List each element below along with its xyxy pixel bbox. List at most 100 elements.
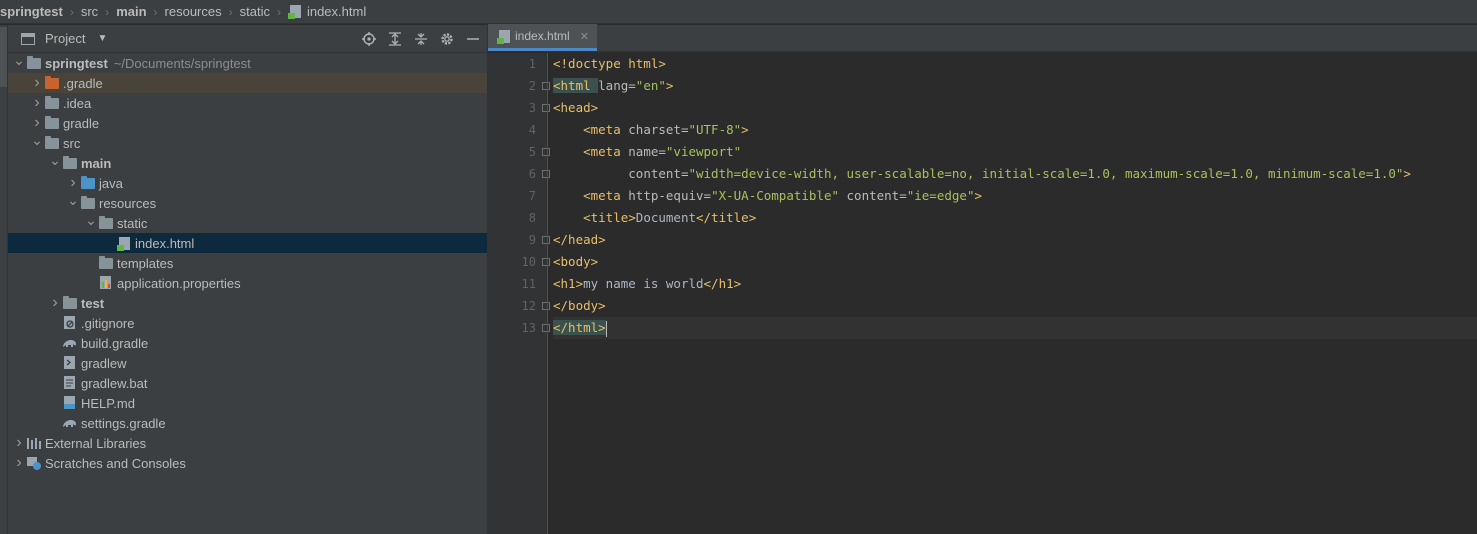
- line-number-gutter: 1 2 3 4 5 6 7 8 9 10 11 12 13: [488, 53, 548, 534]
- tree-item[interactable]: build.gradle: [8, 333, 487, 353]
- tree-item[interactable]: › Scratches and Consoles: [8, 453, 487, 473]
- chevron-down-icon[interactable]: ⌄: [12, 52, 26, 69]
- chevron-right-icon[interactable]: ›: [30, 74, 44, 92]
- chevron-right-icon[interactable]: ›: [30, 114, 44, 132]
- code-token: <body>: [553, 254, 599, 269]
- breadcrumb-item[interactable]: resources: [165, 4, 222, 19]
- breadcrumb-separator: ›: [105, 4, 110, 19]
- code-line[interactable]: <head>: [553, 97, 1477, 119]
- tree-item-label: Scratches and Consoles: [45, 455, 186, 471]
- tree-item[interactable]: › .idea: [8, 93, 487, 113]
- tree-item[interactable]: ⌄ main: [8, 152, 487, 173]
- tree-item[interactable]: application.properties: [8, 273, 487, 293]
- breadcrumb-separator: ›: [153, 4, 158, 19]
- tree-item[interactable]: settings.gradle: [8, 413, 487, 433]
- expand-all-icon[interactable]: [387, 31, 403, 47]
- code-line[interactable]: <h1>my name is world</h1>: [553, 273, 1477, 295]
- gear-icon[interactable]: [439, 31, 455, 47]
- module-folder-icon: [26, 55, 42, 70]
- tab-index-html[interactable]: index.html ✕: [488, 24, 597, 51]
- tree-item[interactable]: ⌄ resources: [8, 192, 487, 213]
- chevron-down-icon[interactable]: ▼: [97, 33, 107, 44]
- fold-marker-icon[interactable]: [542, 148, 550, 156]
- line-number: 3: [528, 101, 536, 115]
- tree-item[interactable]: › .gradle: [8, 73, 487, 93]
- project-tool-tab[interactable]: [0, 27, 7, 87]
- tree-item-label: build.gradle: [81, 335, 149, 351]
- collapse-all-icon[interactable]: [413, 31, 429, 47]
- tree-item-label: HELP.md: [81, 395, 135, 411]
- chevron-down-icon[interactable]: ⌄: [66, 192, 80, 209]
- line-number: 12: [521, 299, 536, 313]
- tree-item[interactable]: HELP.md: [8, 393, 487, 413]
- resources-folder-icon: [80, 195, 96, 210]
- tree-item[interactable]: › gradle: [8, 113, 487, 133]
- close-icon[interactable]: ✕: [580, 30, 589, 43]
- chevron-right-icon[interactable]: ›: [30, 94, 44, 112]
- folder-icon: [98, 215, 114, 230]
- code-line[interactable]: <body>: [553, 251, 1477, 273]
- code-line[interactable]: <html lang="en">: [553, 75, 1477, 97]
- editor-tab-bar: index.html ✕: [488, 24, 1477, 52]
- tree-item-label: main: [81, 155, 112, 171]
- code-line[interactable]: <title>Document</title>: [553, 207, 1477, 229]
- tree-item[interactable]: ⌄ springtest ~/Documents/springtest: [8, 52, 487, 73]
- tree-item[interactable]: .gitignore: [8, 313, 487, 333]
- project-panel-title[interactable]: Project: [45, 31, 85, 46]
- tree-item[interactable]: › External Libraries: [8, 433, 487, 453]
- breadcrumb-item[interactable]: src: [81, 4, 98, 19]
- code-token: <meta: [583, 122, 629, 137]
- line-number: 9: [528, 233, 536, 247]
- tree-item[interactable]: index.html: [8, 233, 487, 253]
- code-line[interactable]: </body>: [553, 295, 1477, 317]
- tree-item[interactable]: ⌄ static: [8, 212, 487, 233]
- breadcrumb-item[interactable]: static: [240, 4, 270, 19]
- chevron-down-icon[interactable]: ⌄: [84, 212, 98, 229]
- locate-icon[interactable]: [361, 31, 377, 47]
- chevron-right-icon[interactable]: ›: [66, 174, 80, 192]
- breadcrumb-item[interactable]: main: [116, 4, 146, 19]
- fold-marker-icon[interactable]: [542, 324, 550, 332]
- tree-item[interactable]: › test: [8, 293, 487, 313]
- tree-item[interactable]: › java: [8, 173, 487, 193]
- code-line[interactable]: <!doctype html>: [553, 53, 1477, 75]
- code-token: "X-UA-Compatible": [711, 188, 839, 203]
- fold-marker-icon[interactable]: [542, 82, 550, 90]
- tree-item[interactable]: gradlew.bat: [8, 373, 487, 393]
- fold-marker-icon[interactable]: [542, 258, 550, 266]
- fold-marker-icon[interactable]: [542, 170, 550, 178]
- code-token: <meta: [583, 188, 629, 203]
- code-line[interactable]: <meta name="viewport": [553, 141, 1477, 163]
- code-line[interactable]: </html>: [553, 317, 1477, 339]
- code-token: </title>: [696, 210, 757, 225]
- chevron-down-icon[interactable]: ⌄: [48, 152, 62, 169]
- shell-file-icon: [62, 356, 78, 370]
- code-token: <head>: [553, 100, 599, 115]
- breadcrumb-item[interactable]: springtest: [0, 4, 63, 19]
- tree-item[interactable]: ⌄ src: [8, 132, 487, 153]
- fold-marker-icon[interactable]: [542, 236, 550, 244]
- tree-item-label: static: [117, 215, 148, 231]
- tree-item[interactable]: templates: [8, 253, 487, 273]
- gradle-file-icon: [62, 336, 78, 350]
- code-line[interactable]: <meta http-equiv="X-UA-Compatible" conte…: [553, 185, 1477, 207]
- code-line[interactable]: <meta charset="UTF-8">: [553, 119, 1477, 141]
- minimize-icon[interactable]: [465, 31, 481, 47]
- code-token: "viewport": [665, 144, 742, 159]
- breadcrumb-label: springtest: [0, 4, 63, 19]
- fold-marker-icon[interactable]: [542, 104, 550, 112]
- chevron-right-icon[interactable]: ›: [12, 454, 26, 472]
- breadcrumb-item[interactable]: index.html: [288, 4, 366, 19]
- fold-marker-icon[interactable]: [542, 302, 550, 310]
- tree-item-label: gradlew.bat: [81, 375, 148, 391]
- code-line[interactable]: content="width=device-width, user-scalab…: [553, 163, 1477, 185]
- code-token: </head>: [553, 232, 606, 247]
- chevron-down-icon[interactable]: ⌄: [30, 132, 44, 149]
- code-line[interactable]: </head>: [553, 229, 1477, 251]
- chevron-right-icon[interactable]: ›: [12, 434, 26, 452]
- code-editor[interactable]: <!doctype html> <html lang="en"> <head> <m…: [553, 53, 1477, 339]
- chevron-right-icon[interactable]: ›: [48, 294, 62, 312]
- tree-item[interactable]: gradlew: [8, 353, 487, 373]
- properties-file-icon: [98, 276, 114, 290]
